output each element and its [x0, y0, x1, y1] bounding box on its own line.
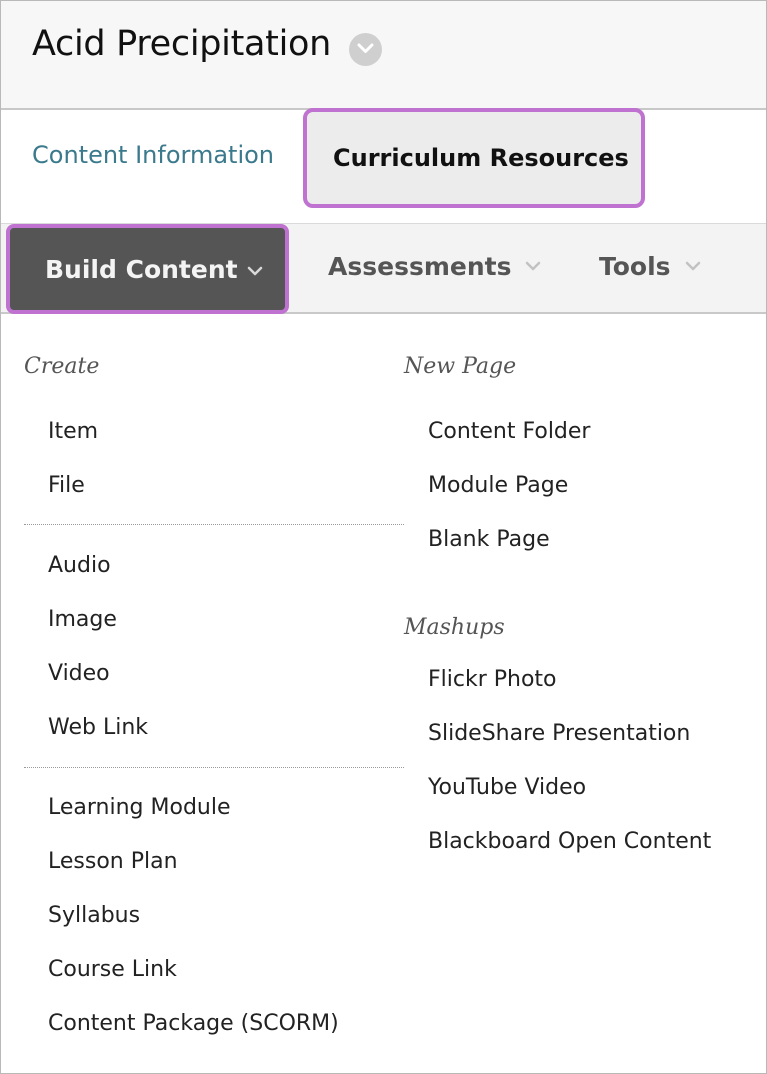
content-area-window: Acid Precipitation Content Information C… — [0, 0, 767, 1074]
menu-item-image[interactable]: Image — [48, 607, 117, 632]
chevron-down-icon — [685, 261, 700, 271]
menu-item-file[interactable]: File — [48, 473, 85, 498]
menu-item-course-link[interactable]: Course Link — [48, 957, 177, 982]
menu-item-item[interactable]: Item — [48, 419, 98, 444]
menu-item-blank-page[interactable]: Blank Page — [428, 527, 550, 552]
tab-content-information[interactable]: Content Information — [32, 141, 274, 169]
tab-bar: Content Information Curriculum Resources — [1, 108, 766, 222]
chevron-down-icon — [247, 266, 263, 276]
menu-item-content-package[interactable]: Content Package (SCORM) — [48, 1011, 339, 1036]
menu-item-learning-module[interactable]: Learning Module — [48, 795, 231, 820]
assessments-label: Assessments — [328, 252, 512, 281]
build-content-button[interactable]: Build Content — [6, 224, 289, 314]
menu-item-audio[interactable]: Audio — [48, 553, 111, 578]
menu-item-blackboard-open-content[interactable]: Blackboard Open Content — [428, 829, 711, 854]
menu-item-video[interactable]: Video — [48, 661, 110, 686]
page-title: Acid Precipitation — [32, 24, 332, 64]
new-page-heading: New Page — [404, 354, 517, 379]
menu-divider — [24, 767, 404, 768]
tab-curriculum-resources[interactable]: Curriculum Resources — [303, 108, 645, 208]
menu-item-lesson-plan[interactable]: Lesson Plan — [48, 849, 178, 874]
create-heading: Create — [24, 354, 100, 379]
menu-item-syllabus[interactable]: Syllabus — [48, 903, 140, 928]
tab-curriculum-resources-label: Curriculum Resources — [333, 144, 629, 172]
menu-item-module-page[interactable]: Module Page — [428, 473, 568, 498]
tools-label: Tools — [599, 252, 671, 281]
action-bar: Build Content Assessments Tools — [1, 223, 766, 314]
build-content-label: Build Content — [45, 255, 238, 284]
menu-item-content-folder[interactable]: Content Folder — [428, 419, 590, 444]
title-bar: Acid Precipitation — [1, 1, 766, 110]
menu-item-web-link[interactable]: Web Link — [48, 715, 148, 740]
menu-divider — [24, 524, 404, 525]
menu-item-flickr-photo[interactable]: Flickr Photo — [428, 667, 557, 692]
menu-item-youtube-video[interactable]: YouTube Video — [428, 775, 586, 800]
tools-menu[interactable]: Tools — [599, 252, 701, 281]
title-options-button[interactable] — [349, 33, 382, 66]
mashups-heading: Mashups — [404, 615, 505, 640]
chevron-down-icon — [526, 261, 541, 271]
assessments-menu[interactable]: Assessments — [328, 252, 541, 281]
chevron-down-icon — [357, 43, 374, 53]
menu-item-slideshare[interactable]: SlideShare Presentation — [428, 721, 690, 746]
